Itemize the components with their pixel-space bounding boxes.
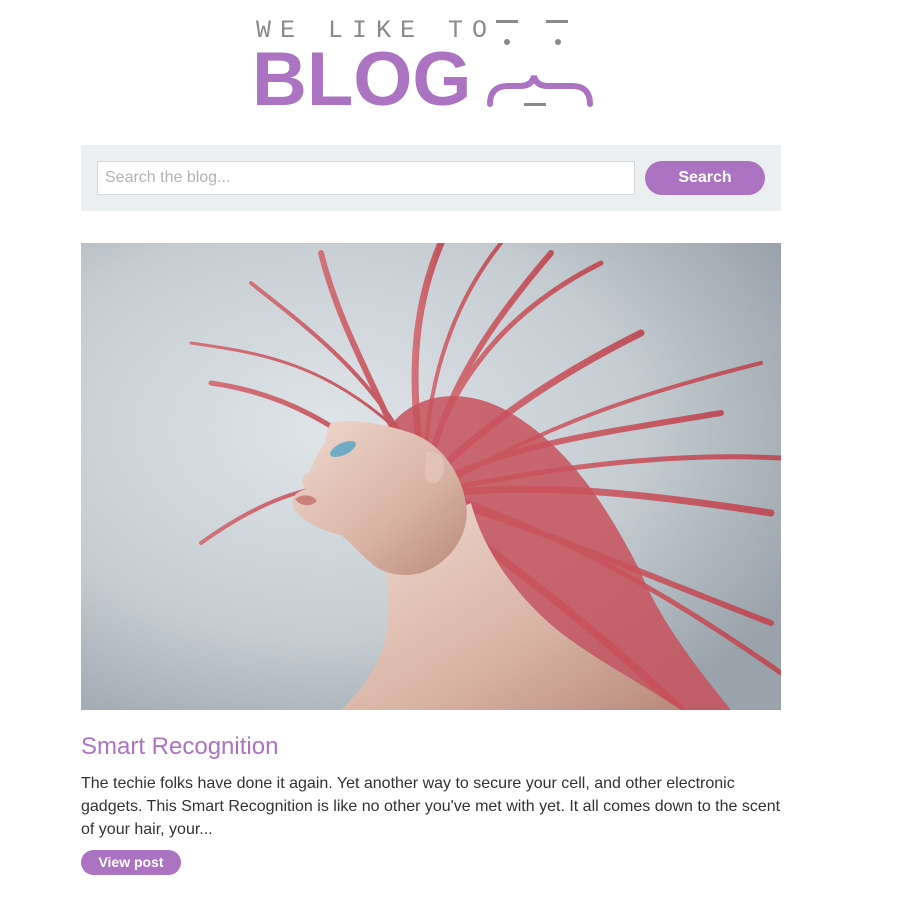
page: WE LIKE TO BLOG Search the blog... Searc… [0, 0, 922, 898]
post-title[interactable]: Smart Recognition [81, 733, 278, 761]
post-image[interactable] [81, 243, 781, 710]
logo-wordmark: BLOG [252, 37, 472, 122]
post-image-illustration [81, 243, 781, 710]
search-input[interactable] [97, 161, 635, 195]
search-form: Search [81, 145, 781, 211]
logo-face-icon [487, 20, 593, 107]
view-post-button[interactable]: View post [81, 850, 181, 875]
search-button[interactable]: Search [645, 161, 765, 195]
site-logo[interactable]: WE LIKE TO BLOG [250, 10, 620, 120]
post-excerpt: The techie folks have done it again. Yet… [81, 775, 781, 838]
